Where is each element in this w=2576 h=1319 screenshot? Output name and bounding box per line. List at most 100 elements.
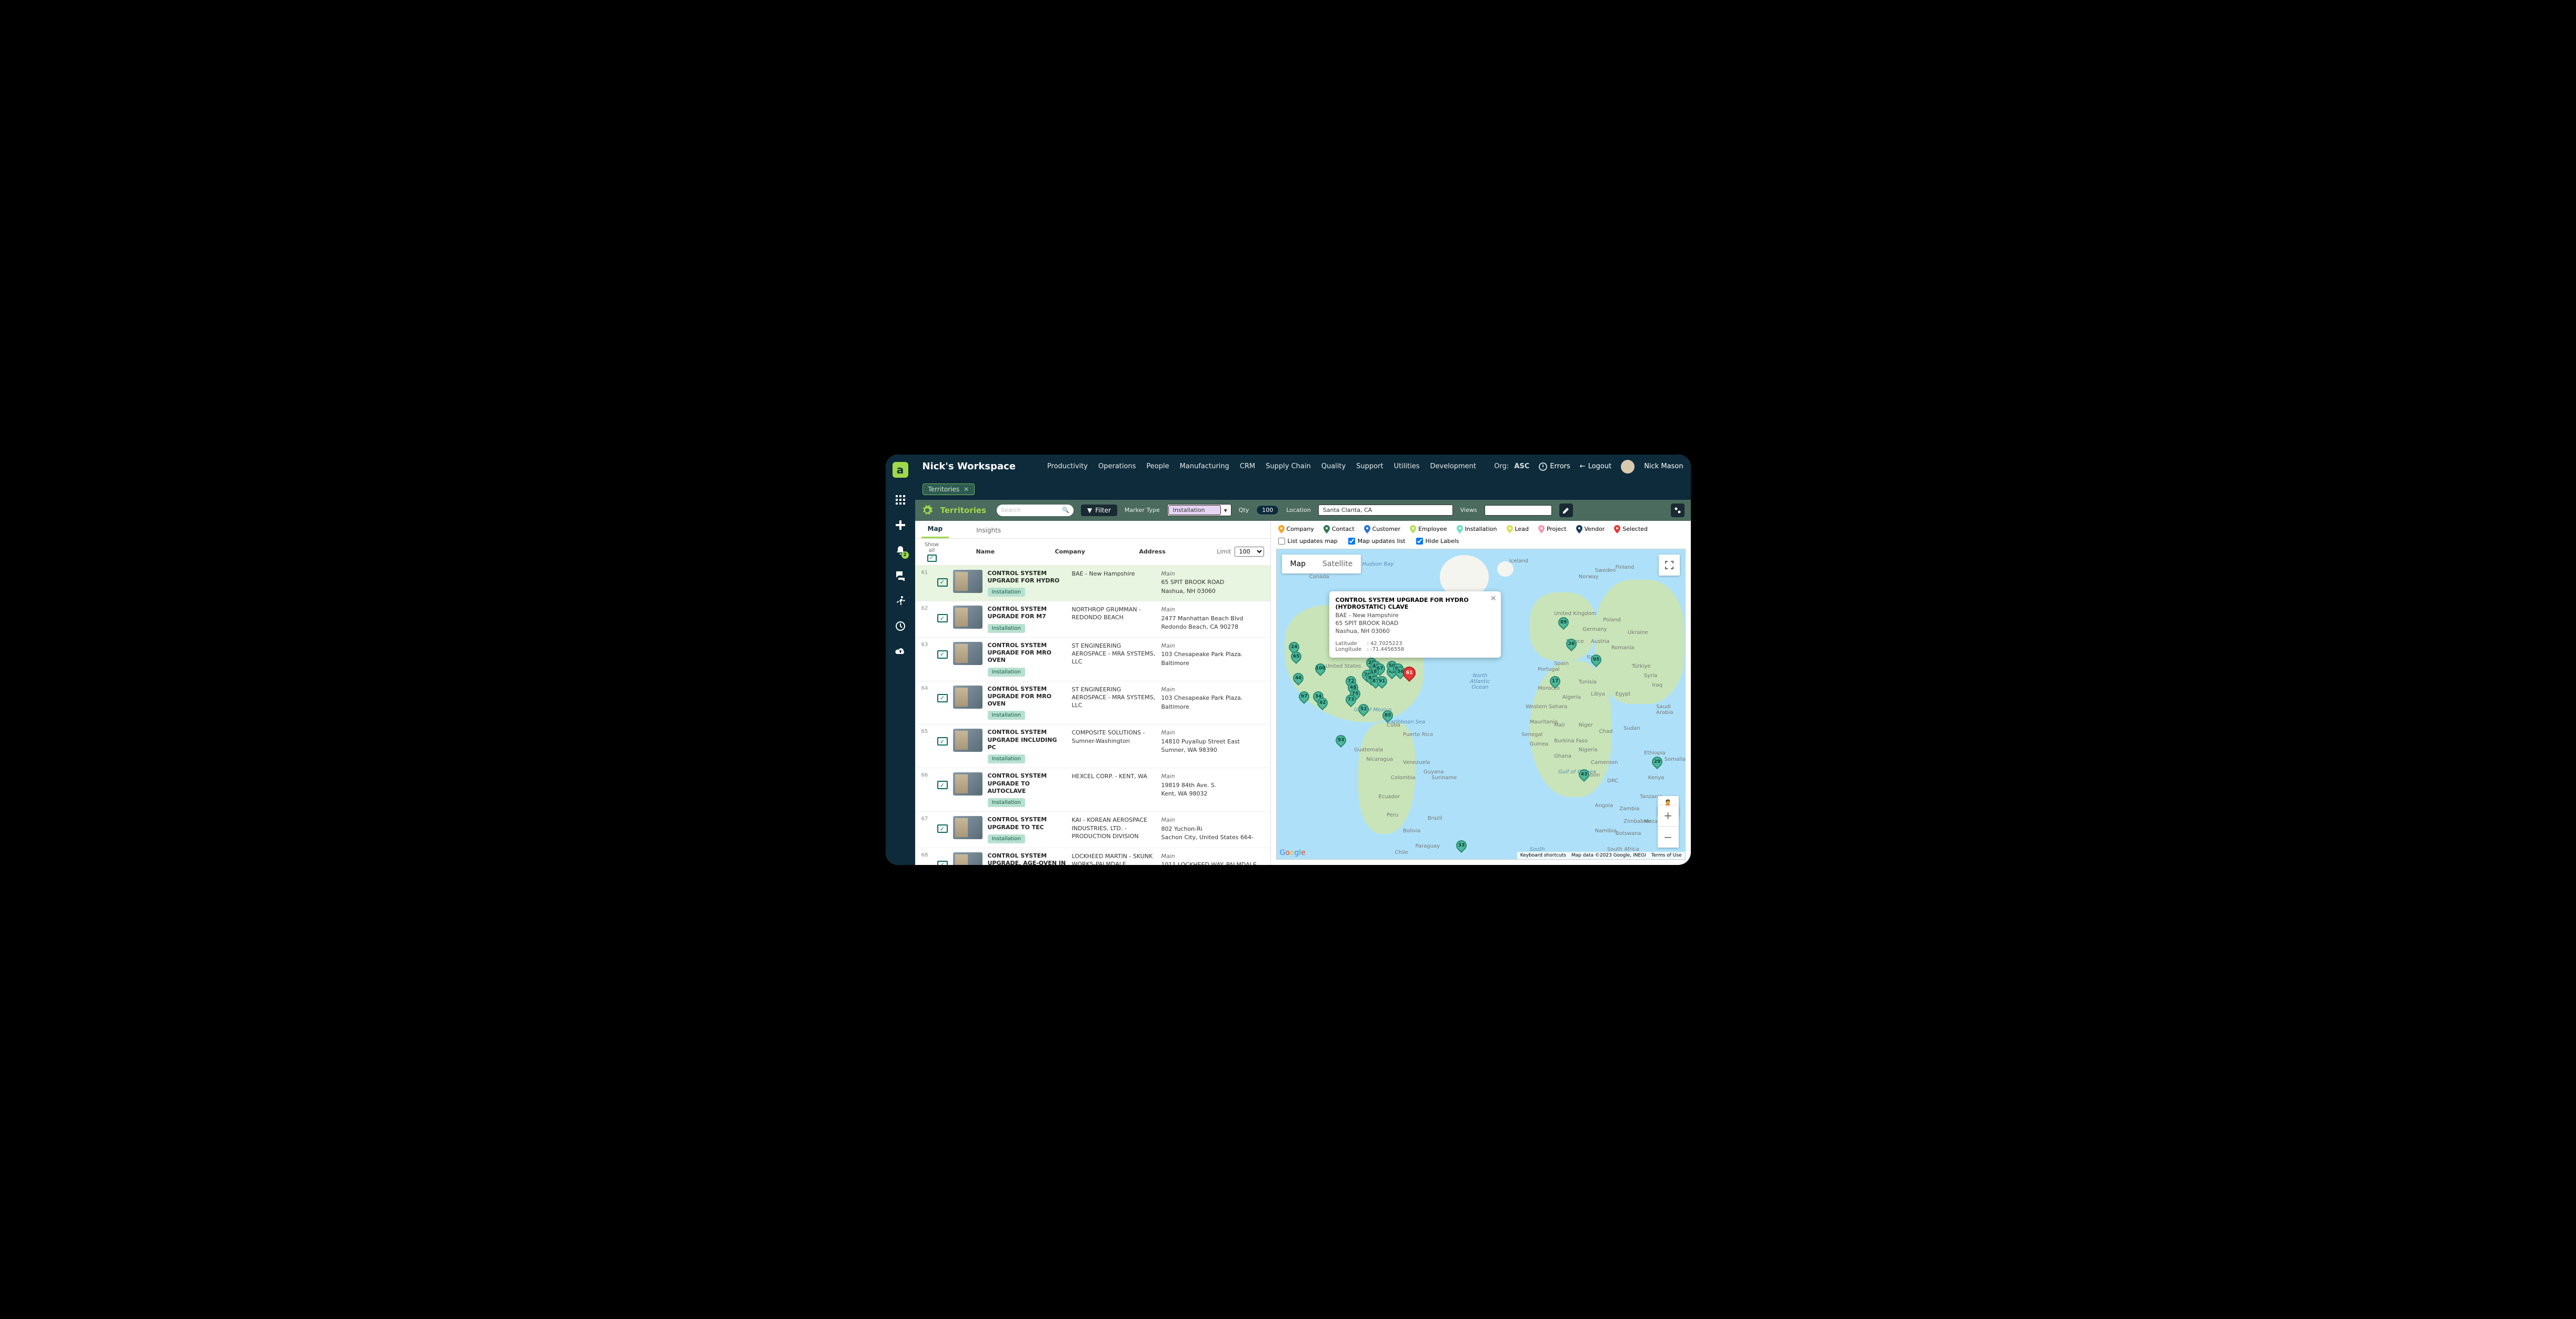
edit-view-button[interactable] [1559, 504, 1573, 517]
satellite-btn[interactable]: Satellite [1314, 555, 1361, 573]
cloud-upload-icon[interactable] [894, 645, 907, 658]
row-check[interactable]: ✓ [937, 578, 948, 587]
nav-quality[interactable]: Quality [1321, 462, 1346, 470]
table-row[interactable]: 62 ✓ CONTROL SYSTEM UPGRADE FOR M7Instal… [915, 601, 1270, 638]
org-label: Org: ASC [1494, 462, 1529, 470]
table-row[interactable]: 66 ✓ CONTROL SYSTEM UPGRADE TO AUTOCLAVE… [915, 768, 1270, 812]
row-number: 64 [921, 686, 932, 691]
installation-badge: Installation [988, 798, 1025, 807]
opt-map-updates[interactable]: Map updates list [1348, 538, 1406, 545]
row-address: Main19819 84th Ave. S.Kent, WA 98032 [1161, 772, 1264, 799]
apps-icon[interactable] [894, 494, 907, 506]
tab-insights[interactable]: Insights [970, 522, 1007, 538]
row-title: CONTROL SYSTEM UPGRADE INCLUDING PC [988, 729, 1067, 751]
row-check[interactable]: ✓ [937, 861, 948, 865]
installation-badge: Installation [988, 754, 1025, 763]
nav-manufacturing[interactable]: Manufacturing [1180, 462, 1229, 470]
row-thumbnail [953, 606, 983, 629]
row-number: 68 [921, 852, 932, 858]
search-input[interactable]: Search🔍 [997, 505, 1074, 516]
tabstrip: Territories✕ [915, 479, 1691, 500]
map-pin[interactable]: 29 [1650, 754, 1665, 769]
close-icon[interactable]: ✕ [964, 486, 969, 493]
row-check[interactable]: ✓ [937, 694, 948, 702]
close-icon[interactable]: ✕ [1490, 595, 1497, 603]
table-row[interactable]: 64 ✓ CONTROL SYSTEM UPGRADE FOR MRO OVEN… [915, 681, 1270, 725]
row-address: Main2477 Manhattan Beach BlvdRedondo Bea… [1161, 606, 1264, 632]
row-company: HEXCEL CORP. - KENT, WA [1072, 772, 1156, 780]
settings-button[interactable] [1671, 504, 1685, 517]
show-all-toggle[interactable]: Show all✓ [921, 542, 943, 562]
run-icon[interactable] [894, 595, 907, 607]
map[interactable]: Map Satellite Canada Hudson Bay United S… [1276, 549, 1686, 860]
logout-link[interactable]: ←Logout [1580, 462, 1611, 470]
nav-supply-chain[interactable]: Supply Chain [1266, 462, 1311, 470]
table-row[interactable]: 63 ✓ CONTROL SYSTEM UPGRADE FOR MRO OVEN… [915, 638, 1270, 681]
map-pin[interactable]: 33 [1454, 838, 1469, 853]
rows-container[interactable]: 61 ✓ CONTROL SYSTEM UPGRADE FOR HYDROIns… [915, 566, 1270, 865]
row-check[interactable]: ✓ [937, 737, 948, 746]
row-check[interactable]: ✓ [937, 781, 948, 789]
map-pane: Company Contact Customer Employee Instal… [1271, 521, 1691, 865]
location-input[interactable]: Santa Clarita, CA [1318, 505, 1453, 516]
nav-operations[interactable]: Operations [1098, 462, 1136, 470]
zoom-out-button[interactable]: − [1658, 827, 1679, 848]
row-address: Main14810 Puyallup Street EastSumner, WA… [1161, 729, 1264, 755]
limit-select[interactable]: 100 [1235, 547, 1264, 557]
row-company: BAE - New Hampshire [1072, 570, 1156, 578]
tab-territories[interactable]: Territories✕ [923, 484, 975, 495]
zoom-control: + − [1658, 806, 1679, 848]
chat-icon[interactable] [894, 569, 907, 582]
table-row[interactable]: 67 ✓ CONTROL SYSTEM UPGRADE TO TECInstal… [915, 812, 1270, 848]
row-title: CONTROL SYSTEM UPGRADE TO AUTOCLAVE [988, 772, 1067, 795]
col-name[interactable]: Name [976, 548, 1055, 555]
user-name: Nick Mason [1644, 462, 1683, 470]
avatar[interactable] [1621, 460, 1635, 474]
info-window: ✕ CONTROL SYSTEM UPGRADE FOR HYDRO (HYDR… [1329, 591, 1501, 658]
filter-button[interactable]: ▼Filter [1081, 505, 1117, 516]
nav-development[interactable]: Development [1430, 462, 1477, 470]
bell-icon[interactable]: 2 [894, 544, 907, 557]
row-check[interactable]: ✓ [937, 614, 948, 622]
fullscreen-icon[interactable] [1659, 555, 1680, 576]
installation-badge: Installation [988, 711, 1025, 720]
tab-map[interactable]: Map [921, 521, 949, 538]
col-address[interactable]: Address [1139, 548, 1217, 555]
table-row[interactable]: 68 ✓ CONTROL SYSTEM UPGRADE, AGE-OVEN IN… [915, 848, 1270, 865]
views-select[interactable] [1485, 505, 1552, 516]
qty-label: Qty [1239, 507, 1249, 513]
zoom-in-button[interactable]: + [1658, 806, 1679, 827]
opt-hide-labels[interactable]: Hide Labels [1416, 538, 1459, 545]
row-company: LOCKHEED MARTIN - SKUNK WORKS-PALMDALE [1072, 852, 1156, 865]
map-btn[interactable]: Map [1282, 555, 1315, 573]
row-check[interactable]: ✓ [937, 824, 948, 833]
installation-badge: Installation [988, 624, 1025, 633]
col-company[interactable]: Company [1055, 548, 1139, 555]
add-icon[interactable] [894, 519, 907, 531]
row-check[interactable]: ✓ [937, 650, 948, 659]
nav-utilities[interactable]: Utilities [1394, 462, 1420, 470]
errors-link[interactable]: Errors [1539, 462, 1570, 471]
row-address: Main802 Yuchon-RiSachon City, United Sta… [1161, 816, 1264, 842]
views-label: Views [1460, 507, 1477, 513]
row-address: Main103 Chesapeake Park Plaza.Baltimore [1161, 642, 1264, 668]
row-title: CONTROL SYSTEM UPGRADE FOR HYDRO [988, 570, 1067, 585]
qty-value[interactable]: 100 [1256, 505, 1279, 515]
nav-crm[interactable]: CRM [1240, 462, 1255, 470]
row-title: CONTROL SYSTEM UPGRADE, AGE-OVEN IN [988, 852, 1067, 865]
workspace-title: Nick's Workspace [923, 461, 1016, 472]
location-label: Location [1286, 507, 1311, 513]
row-company: KAI - KOREAN AEROSPACE INDUSTRIES, LTD. … [1072, 816, 1156, 840]
nav-productivity[interactable]: Productivity [1047, 462, 1088, 470]
map-type-switch[interactable]: Map Satellite [1282, 555, 1361, 573]
marker-type-select[interactable]: Installation▾ [1167, 504, 1231, 516]
nav-people[interactable]: People [1146, 462, 1169, 470]
gear-icon[interactable] [921, 505, 933, 516]
table-row[interactable]: 65 ✓ CONTROL SYSTEM UPGRADE INCLUDING PC… [915, 724, 1270, 768]
row-title: CONTROL SYSTEM UPGRADE FOR MRO OVEN [988, 642, 1067, 664]
clock-icon[interactable] [894, 620, 907, 632]
table-row[interactable]: 61 ✓ CONTROL SYSTEM UPGRADE FOR HYDROIns… [915, 566, 1270, 602]
opt-list-updates[interactable]: List updates map [1278, 538, 1338, 545]
nav-support[interactable]: Support [1356, 462, 1383, 470]
map-pin[interactable]: 93 [1334, 733, 1348, 748]
